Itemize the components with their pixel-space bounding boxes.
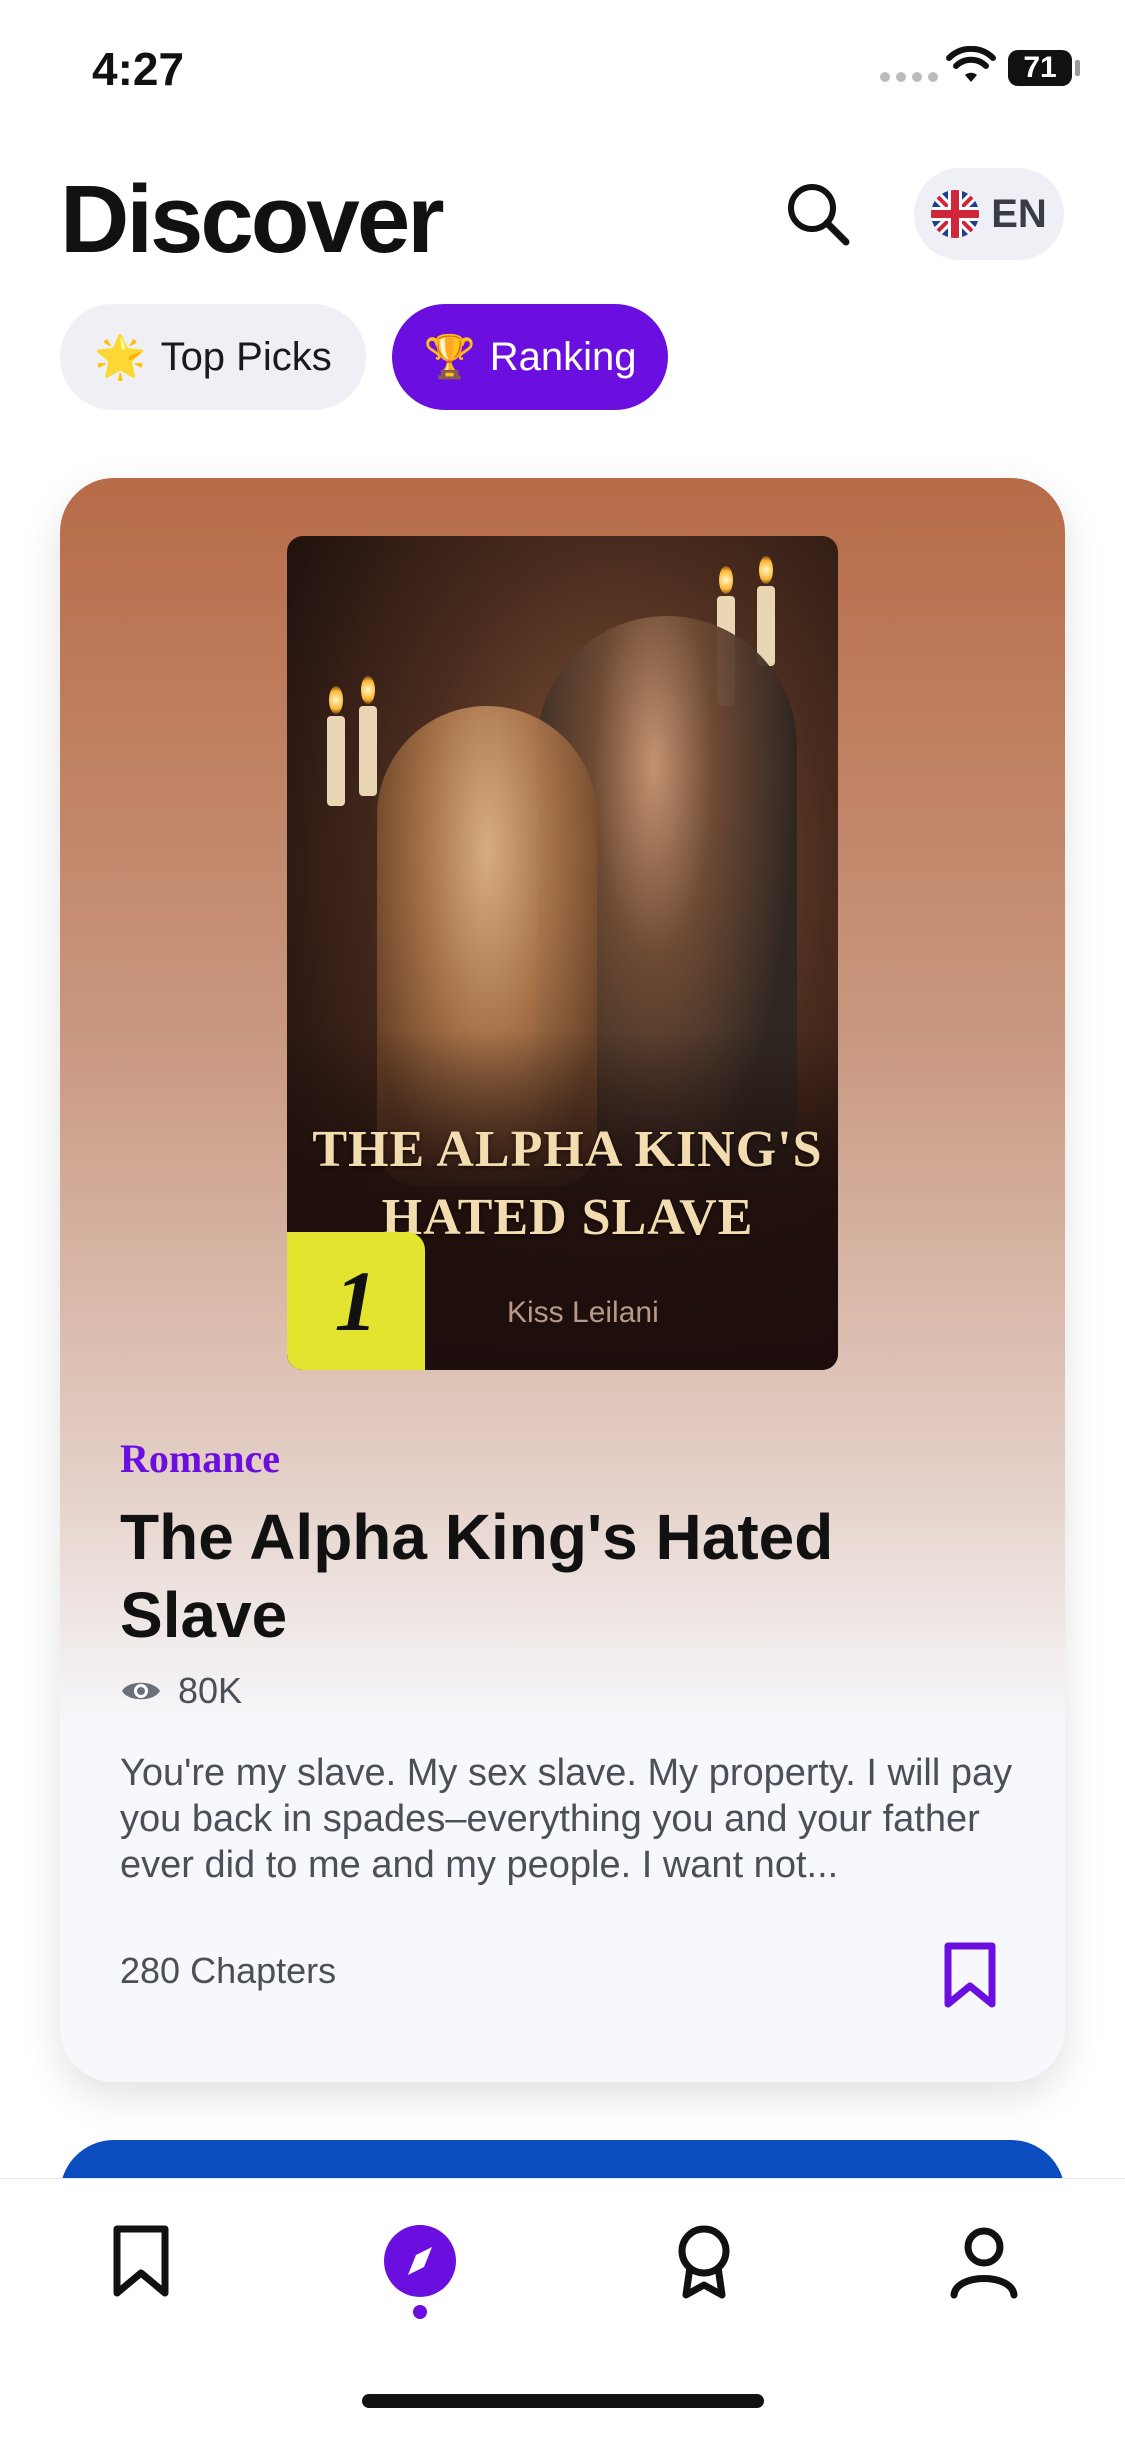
- flame-decoration: [759, 556, 773, 584]
- book-genre: Romance: [120, 1436, 280, 1481]
- nav-rewards-award-icon[interactable]: [664, 2221, 744, 2301]
- battery-icon: 71: [1008, 50, 1080, 86]
- trophy-icon: 🏆: [423, 332, 476, 380]
- flame-decoration: [329, 686, 343, 714]
- rank-badge: 1: [287, 1232, 425, 1370]
- cellular-signal-icon: [880, 72, 938, 82]
- uk-flag-icon: [931, 190, 980, 238]
- nav-discover-compass-icon[interactable]: [380, 2221, 460, 2301]
- active-nav-indicator: [413, 2305, 427, 2319]
- tab-top-picks[interactable]: 🌟 Top Picks: [60, 304, 366, 410]
- candle-decoration: [327, 716, 345, 806]
- view-count-value: 80K: [178, 1670, 243, 1711]
- flame-decoration: [719, 566, 733, 594]
- tab-label: Ranking: [489, 334, 637, 379]
- page-title: Discover: [60, 166, 445, 273]
- book-description: You're my slave. My sex slave. My proper…: [120, 1752, 1013, 1886]
- view-count: 80K: [120, 1670, 242, 1712]
- bookmark-icon[interactable]: [940, 1942, 1000, 2008]
- candle-decoration: [359, 706, 377, 796]
- tab-ranking[interactable]: 🏆 Ranking: [392, 304, 668, 410]
- nav-library-bookmark-icon[interactable]: [101, 2221, 181, 2301]
- book-title: The Alpha King's Hated Slave: [120, 1501, 834, 1651]
- chapter-count: 280 Chapters: [120, 1950, 337, 1991]
- search-icon[interactable]: [782, 178, 852, 248]
- home-indicator[interactable]: [362, 2394, 764, 2408]
- status-time: 4:27: [92, 43, 185, 95]
- wifi-icon: [946, 46, 996, 82]
- eye-icon: [122, 1682, 160, 1700]
- cover-author: Kiss Leilani: [507, 1296, 659, 1329]
- language-selector-button[interactable]: EN: [914, 168, 1064, 260]
- flame-decoration: [361, 676, 375, 704]
- star-icon: 🌟: [94, 332, 147, 380]
- nav-profile-user-icon[interactable]: [944, 2221, 1024, 2301]
- status-bar: 4:27 71: [0, 0, 1125, 140]
- book-cover[interactable]: THE ALPHA KING'S HATED SLAVE Kiss Leilan…: [287, 536, 838, 1370]
- tab-label: Top Picks: [160, 334, 332, 379]
- language-code: EN: [991, 191, 1047, 236]
- featured-book-card[interactable]: THE ALPHA KING'S HATED SLAVE Kiss Leilan…: [60, 478, 1065, 2082]
